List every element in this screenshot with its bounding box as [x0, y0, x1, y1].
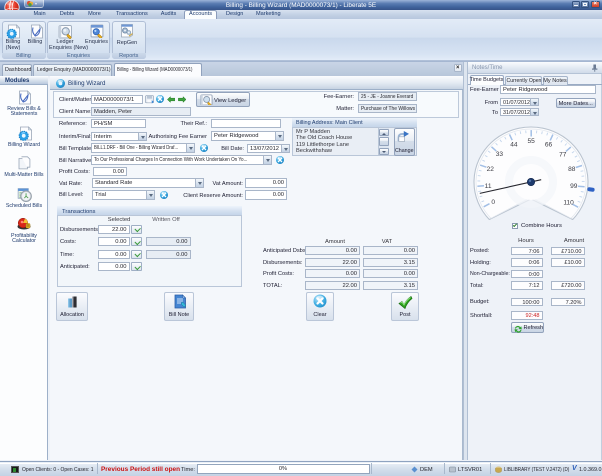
- svg-text:55: 55: [528, 138, 536, 145]
- svg-text:22: 22: [487, 166, 495, 173]
- svg-text:88: 88: [568, 166, 576, 173]
- svg-text:33: 33: [496, 151, 504, 158]
- svg-text:44: 44: [510, 141, 518, 148]
- svg-text:110: 110: [563, 200, 574, 207]
- svg-text:99: 99: [570, 183, 578, 190]
- svg-text:11: 11: [485, 183, 492, 190]
- svg-text:0: 0: [491, 199, 495, 206]
- svg-text:66: 66: [545, 142, 553, 149]
- svg-text:77: 77: [559, 152, 567, 159]
